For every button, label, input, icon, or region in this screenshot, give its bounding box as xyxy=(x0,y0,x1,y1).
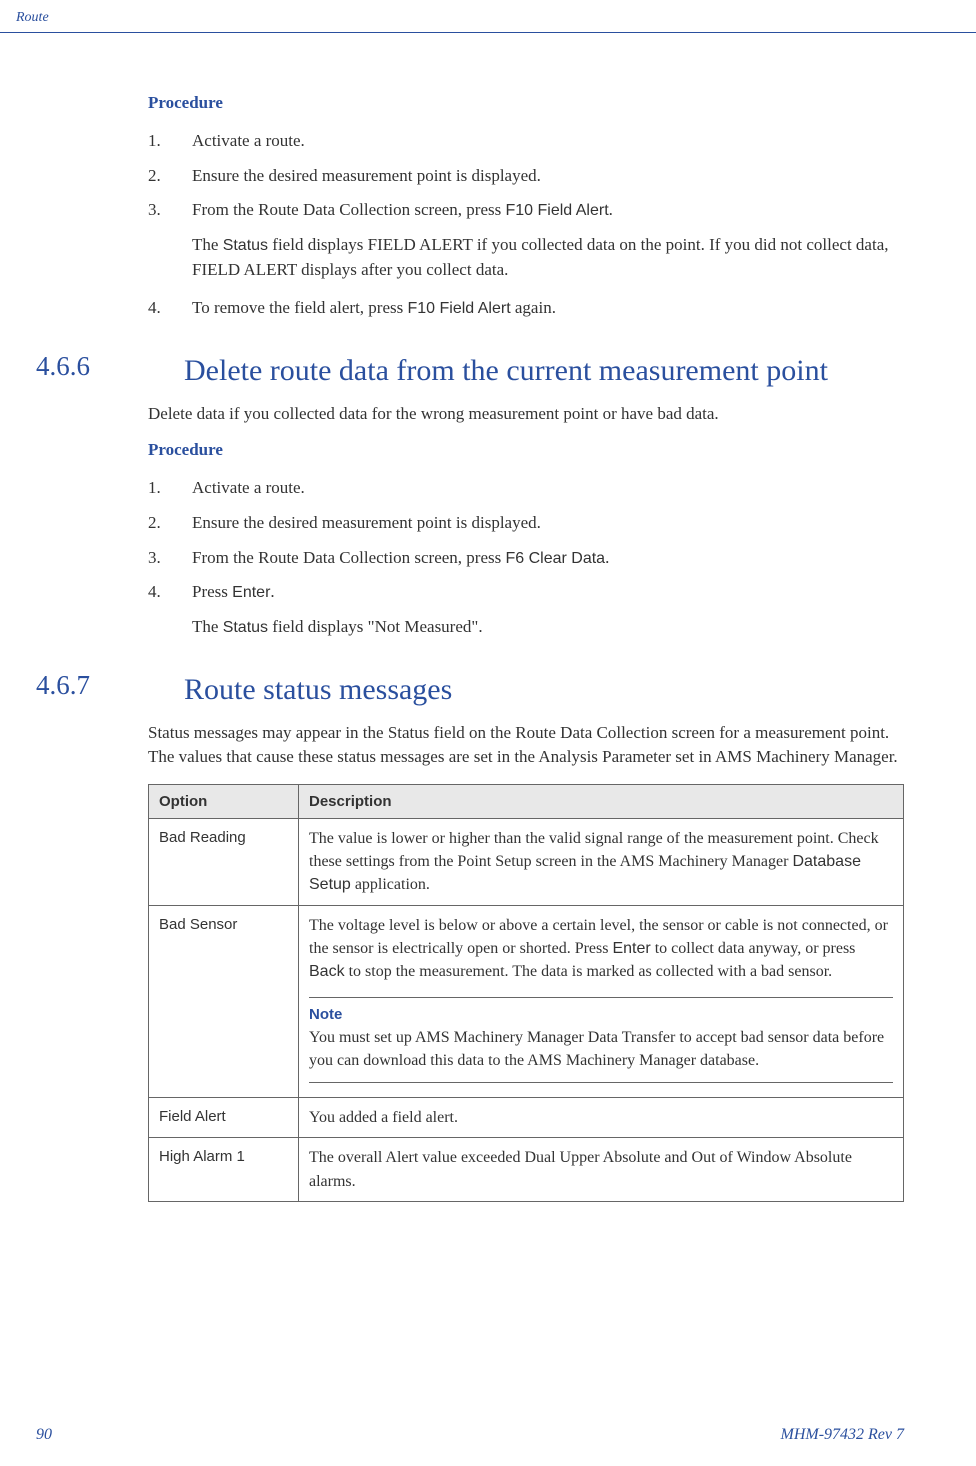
list-number: 2. xyxy=(148,164,192,189)
option-cell: Field Alert xyxy=(149,1098,299,1138)
list-number: 1. xyxy=(148,476,192,501)
table-row: Bad Reading The value is lower or higher… xyxy=(149,818,904,905)
list-item: 4. To remove the field alert, press F10 … xyxy=(148,296,904,321)
list-text: Press Enter. xyxy=(192,580,904,605)
list-text: From the Route Data Collection screen, p… xyxy=(192,198,904,223)
table-row: High Alarm 1 The overall Alert value exc… xyxy=(149,1138,904,1201)
page-content: Procedure 1. Activate a route. 2. Ensure… xyxy=(0,33,976,1202)
list-text: From the Route Data Collection screen, p… xyxy=(192,546,904,571)
section-intro: Delete data if you collected data for th… xyxy=(148,402,904,427)
table-header-option: Option xyxy=(149,784,299,818)
result-paragraph: The Status field displays FIELD ALERT if… xyxy=(192,233,904,282)
table-row: Bad Sensor The voltage level is below or… xyxy=(149,905,904,1098)
list-item: 3. From the Route Data Collection screen… xyxy=(148,198,904,223)
list-text: Activate a route. xyxy=(192,476,904,501)
list-number: 1. xyxy=(148,129,192,154)
ui-term: Back xyxy=(309,963,345,980)
section-467-header: 4.6.7 Route status messages xyxy=(36,670,904,709)
list-item: 2. Ensure the desired measurement point … xyxy=(148,511,904,536)
note-text: You must set up AMS Machinery Manager Da… xyxy=(309,1026,893,1072)
description-cell: The overall Alert value exceeded Dual Up… xyxy=(299,1138,904,1201)
list-number: 3. xyxy=(148,198,192,223)
option-cell: Bad Sensor xyxy=(149,905,299,1098)
ui-term: Status xyxy=(223,237,268,254)
section-466-body: Delete data if you collected data for th… xyxy=(148,402,904,640)
page-footer: 90 MHM-97432 Rev 7 xyxy=(0,1426,976,1444)
procedure-1-list-cont: 4. To remove the field alert, press F10 … xyxy=(148,296,904,321)
result-paragraph: The Status field displays "Not Measured"… xyxy=(192,615,904,640)
list-item: 3. From the Route Data Collection screen… xyxy=(148,546,904,571)
ui-term: F6 Clear Data xyxy=(505,550,605,567)
table-row: Field Alert You added a field alert. xyxy=(149,1098,904,1138)
list-number: 4. xyxy=(148,296,192,321)
list-number: 2. xyxy=(148,511,192,536)
description-cell: You added a field alert. xyxy=(299,1098,904,1138)
list-number: 3. xyxy=(148,546,192,571)
section-467-body: Status messages may appear in the Status… xyxy=(148,721,904,1202)
section-title: Delete route data from the current measu… xyxy=(184,351,904,390)
procedure-466-list: 1. Activate a route. 2. Ensure the desir… xyxy=(148,476,904,605)
procedure-heading: Procedure xyxy=(148,440,904,460)
table-header-description: Description xyxy=(299,784,904,818)
list-item: 2. Ensure the desired measurement point … xyxy=(148,164,904,189)
status-messages-table: Option Description Bad Reading The value… xyxy=(148,784,904,1202)
list-text: To remove the field alert, press F10 Fie… xyxy=(192,296,904,321)
section-466-header: 4.6.6 Delete route data from the current… xyxy=(36,351,904,390)
table-header-row: Option Description xyxy=(149,784,904,818)
document-id: MHM-97432 Rev 7 xyxy=(780,1426,904,1444)
section-number: 4.6.6 xyxy=(36,351,184,390)
procedure-1-block: Procedure 1. Activate a route. 2. Ensure… xyxy=(148,93,904,321)
list-text: Activate a route. xyxy=(192,129,904,154)
list-text: Ensure the desired measurement point is … xyxy=(192,164,904,189)
list-item: 1. Activate a route. xyxy=(148,129,904,154)
option-cell: Bad Reading xyxy=(149,818,299,905)
description-cell: The voltage level is below or above a ce… xyxy=(299,905,904,1098)
ui-term: F10 Field Alert xyxy=(505,202,608,219)
list-item: 1. Activate a route. xyxy=(148,476,904,501)
list-text: Ensure the desired measurement point is … xyxy=(192,511,904,536)
list-number: 4. xyxy=(148,580,192,605)
ui-term: Enter xyxy=(612,940,650,957)
note-divider xyxy=(309,997,893,998)
page-header: Route xyxy=(0,0,976,33)
description-cell: The value is lower or higher than the va… xyxy=(299,818,904,905)
list-item: 4. Press Enter. xyxy=(148,580,904,605)
note-divider xyxy=(309,1082,893,1083)
section-intro: Status messages may appear in the Status… xyxy=(148,721,904,770)
procedure-heading: Procedure xyxy=(148,93,904,113)
section-title: Route status messages xyxy=(184,670,904,709)
note-label: Note xyxy=(309,1004,893,1026)
ui-term: Enter xyxy=(232,584,270,601)
page-number: 90 xyxy=(36,1426,52,1444)
header-section-name: Route xyxy=(16,10,49,25)
ui-term: Status xyxy=(223,619,268,636)
option-cell: High Alarm 1 xyxy=(149,1138,299,1201)
procedure-1-list: 1. Activate a route. 2. Ensure the desir… xyxy=(148,129,904,223)
section-number: 4.6.7 xyxy=(36,670,184,709)
ui-term: F10 Field Alert xyxy=(407,300,510,317)
